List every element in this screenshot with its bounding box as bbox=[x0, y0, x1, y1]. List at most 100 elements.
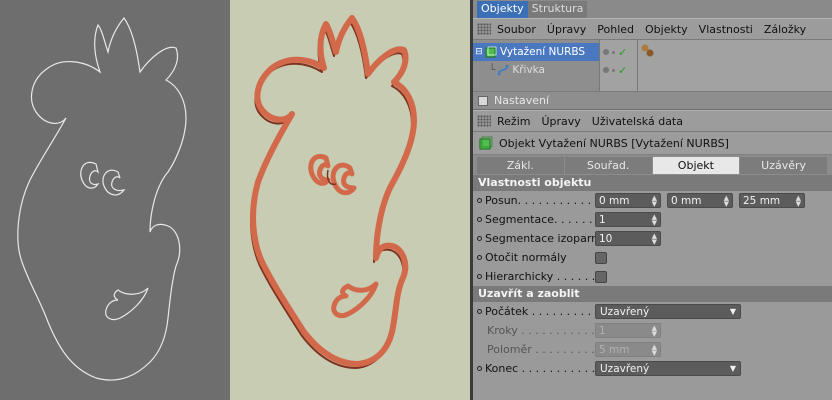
prop-label: Segmentace izoparm bbox=[485, 232, 595, 245]
prop-label: Konec . . . . . . . . . . . bbox=[485, 362, 595, 375]
menu-soubor[interactable]: Soubor bbox=[497, 23, 536, 36]
otocit-normaly-checkbox[interactable] bbox=[595, 251, 607, 264]
nurbs-extrude-icon bbox=[485, 46, 497, 58]
render-dot-icon[interactable] bbox=[612, 50, 615, 54]
prop-segmentace-izoparm: Segmentace izoparm 10 ▲ ▼ bbox=[473, 229, 832, 248]
menu-uzivatelska-data[interactable]: Uživatelská data bbox=[592, 115, 683, 128]
tree-connector: └ bbox=[489, 64, 496, 76]
side-panel: Objekty Struktura Soubor Úpravy Pohled O… bbox=[470, 0, 832, 400]
flags-row: ✓ bbox=[600, 61, 637, 79]
object-tree: ⊟ Vytažení NURBS └ Křivka ✓ ✓ bbox=[473, 40, 832, 92]
animate-bullet-icon[interactable] bbox=[477, 309, 482, 314]
menu-vlastnosti[interactable]: Vlastnosti bbox=[699, 23, 753, 36]
tab-objekt[interactable]: Objekt bbox=[652, 157, 740, 174]
polomer-field[interactable]: 5 mm ▲ ▼ bbox=[595, 342, 661, 357]
animate-bullet-icon[interactable] bbox=[477, 255, 482, 260]
pocatek-dropdown[interactable]: Uzavřený ▼ bbox=[595, 304, 741, 319]
attribute-tabs: Zákl. Souřad. Objekt Uzávěry bbox=[473, 155, 832, 175]
prop-pocatek: Počátek . . . . . . . . . . . Uzavřený ▼ bbox=[473, 302, 832, 321]
prop-posun: Posun. . . . . . . . . . . . 0 mm ▲ ▼ 0 mm… bbox=[473, 191, 832, 210]
field-value: 10 bbox=[599, 232, 613, 245]
object-tags-column bbox=[637, 40, 832, 91]
group-uzavrit-a-zaoblit[interactable]: Uzavřít a zaoblit bbox=[473, 286, 832, 302]
segmentace-field[interactable]: 1 ▲ ▼ bbox=[595, 212, 661, 227]
prop-label: Posun. . . . . . . . . . . . bbox=[485, 194, 595, 207]
menu-upravy[interactable]: Úpravy bbox=[547, 23, 586, 36]
hierarchicky-checkbox[interactable] bbox=[595, 270, 607, 283]
tree-item-spline[interactable]: └ Křivka bbox=[473, 61, 599, 79]
spinner-icon[interactable]: ▲ ▼ bbox=[652, 343, 657, 356]
segmentace-izoparm-field[interactable]: 10 ▲ ▼ bbox=[595, 231, 661, 246]
material-tag-icon[interactable] bbox=[640, 43, 656, 59]
posun-x-field[interactable]: 0 mm ▲ ▼ bbox=[595, 193, 661, 208]
dropdown-arrow-icon: ▼ bbox=[729, 364, 736, 373]
animate-bullet-icon[interactable] bbox=[477, 274, 482, 279]
menu-rezim[interactable]: Režim bbox=[497, 115, 530, 128]
tab-objekty[interactable]: Objekty bbox=[477, 1, 528, 18]
prop-kroky: Kroky . . . . . . . . . . . 1 ▲ ▼ bbox=[473, 321, 832, 340]
attribute-manager-menubar: Režim Úpravy Uživatelská data bbox=[473, 110, 832, 132]
viewport-top[interactable] bbox=[0, 0, 230, 400]
enabled-check-icon[interactable]: ✓ bbox=[618, 46, 627, 59]
animate-bullet-icon[interactable] bbox=[477, 366, 482, 371]
animate-bullet-icon[interactable] bbox=[477, 236, 482, 241]
object-title: Objekt Vytažení NURBS [Vytažení NURBS] bbox=[499, 136, 729, 150]
field-value: 0 mm bbox=[599, 194, 630, 207]
object-names-column: ⊟ Vytažení NURBS └ Křivka bbox=[473, 40, 599, 91]
konec-dropdown[interactable]: Uzavřený ▼ bbox=[595, 361, 741, 376]
spinner-icon[interactable]: ▲ ▼ bbox=[724, 194, 729, 207]
field-value: 5 mm bbox=[599, 343, 630, 356]
object-flags-column: ✓ ✓ bbox=[599, 40, 637, 91]
render-dot-icon[interactable] bbox=[612, 68, 615, 72]
kroky-field[interactable]: 1 ▲ ▼ bbox=[595, 323, 661, 338]
spinner-icon[interactable]: ▲ ▼ bbox=[796, 194, 801, 207]
object-manager-menubar: Soubor Úpravy Pohled Objekty Vlastnosti … bbox=[473, 18, 832, 40]
grip-icon[interactable] bbox=[477, 23, 491, 35]
settings-bar[interactable]: Nastavení bbox=[473, 92, 832, 110]
field-value: 1 bbox=[599, 324, 606, 337]
prop-label: Segmentace. . . . . . . bbox=[485, 213, 595, 226]
prop-label: Počátek . . . . . . . . . . . bbox=[485, 305, 595, 318]
spinner-icon[interactable]: ▲ ▼ bbox=[652, 194, 657, 207]
tab-sourad[interactable]: Souřad. bbox=[564, 157, 652, 174]
spinner-icon[interactable]: ▲ ▼ bbox=[652, 324, 657, 337]
grip-icon[interactable] bbox=[477, 115, 491, 127]
prop-label: Poloměr . . . . . . . . . bbox=[487, 343, 595, 356]
prop-segmentace: Segmentace. . . . . . . 1 ▲ ▼ bbox=[473, 210, 832, 229]
group-vlastnosti-objektu[interactable]: Vlastnosti objektu bbox=[473, 175, 832, 191]
flags-row: ✓ bbox=[600, 43, 637, 61]
tree-item-label: Křivka bbox=[512, 64, 545, 76]
tab-uzavery[interactable]: Uzávěry bbox=[740, 157, 827, 174]
menu-objekty[interactable]: Objekty bbox=[645, 23, 688, 36]
menu-upravy-attr[interactable]: Úpravy bbox=[541, 115, 580, 128]
settings-toggle-icon[interactable] bbox=[478, 95, 488, 106]
enabled-check-icon[interactable]: ✓ bbox=[618, 64, 627, 77]
animate-bullet-icon[interactable] bbox=[477, 217, 482, 222]
extruded-ribbon bbox=[250, 15, 417, 369]
posun-z-field[interactable]: 25 mm ▲ ▼ bbox=[739, 193, 805, 208]
tab-zakl[interactable]: Zákl. bbox=[477, 157, 564, 174]
posun-y-field[interactable]: 0 mm ▲ ▼ bbox=[667, 193, 733, 208]
visibility-dot-icon[interactable] bbox=[603, 49, 609, 55]
visibility-dot-icon[interactable] bbox=[603, 67, 609, 73]
prop-otocit-normaly: Otočit normály bbox=[473, 248, 832, 267]
animate-bullet-icon[interactable] bbox=[477, 198, 482, 203]
prop-polomer: Poloměr . . . . . . . . . 5 mm ▲ ▼ bbox=[473, 340, 832, 359]
tab-struktura[interactable]: Struktura bbox=[527, 1, 588, 18]
prop-label: Kroky . . . . . . . . . . . bbox=[487, 324, 595, 337]
dropdown-value: Uzavřený bbox=[600, 305, 650, 318]
prop-konec: Konec . . . . . . . . . . . Uzavřený ▼ bbox=[473, 359, 832, 378]
field-value: 0 mm bbox=[671, 194, 702, 207]
field-value: 1 bbox=[599, 213, 606, 226]
dropdown-arrow-icon: ▼ bbox=[729, 307, 736, 316]
menu-pohled[interactable]: Pohled bbox=[597, 23, 634, 36]
menu-zalozky[interactable]: Záložky bbox=[764, 23, 806, 36]
prop-label: Otočit normály bbox=[485, 251, 567, 264]
spinner-icon[interactable]: ▲ ▼ bbox=[652, 213, 657, 226]
viewport-perspective[interactable] bbox=[230, 0, 470, 400]
tree-item-nurbs[interactable]: ⊟ Vytažení NURBS bbox=[473, 43, 599, 61]
spline-outline bbox=[17, 17, 187, 381]
panel-tabs: Objekty Struktura bbox=[473, 0, 832, 18]
collapse-icon[interactable]: ⊟ bbox=[473, 47, 485, 57]
spinner-icon[interactable]: ▲ ▼ bbox=[652, 232, 657, 245]
